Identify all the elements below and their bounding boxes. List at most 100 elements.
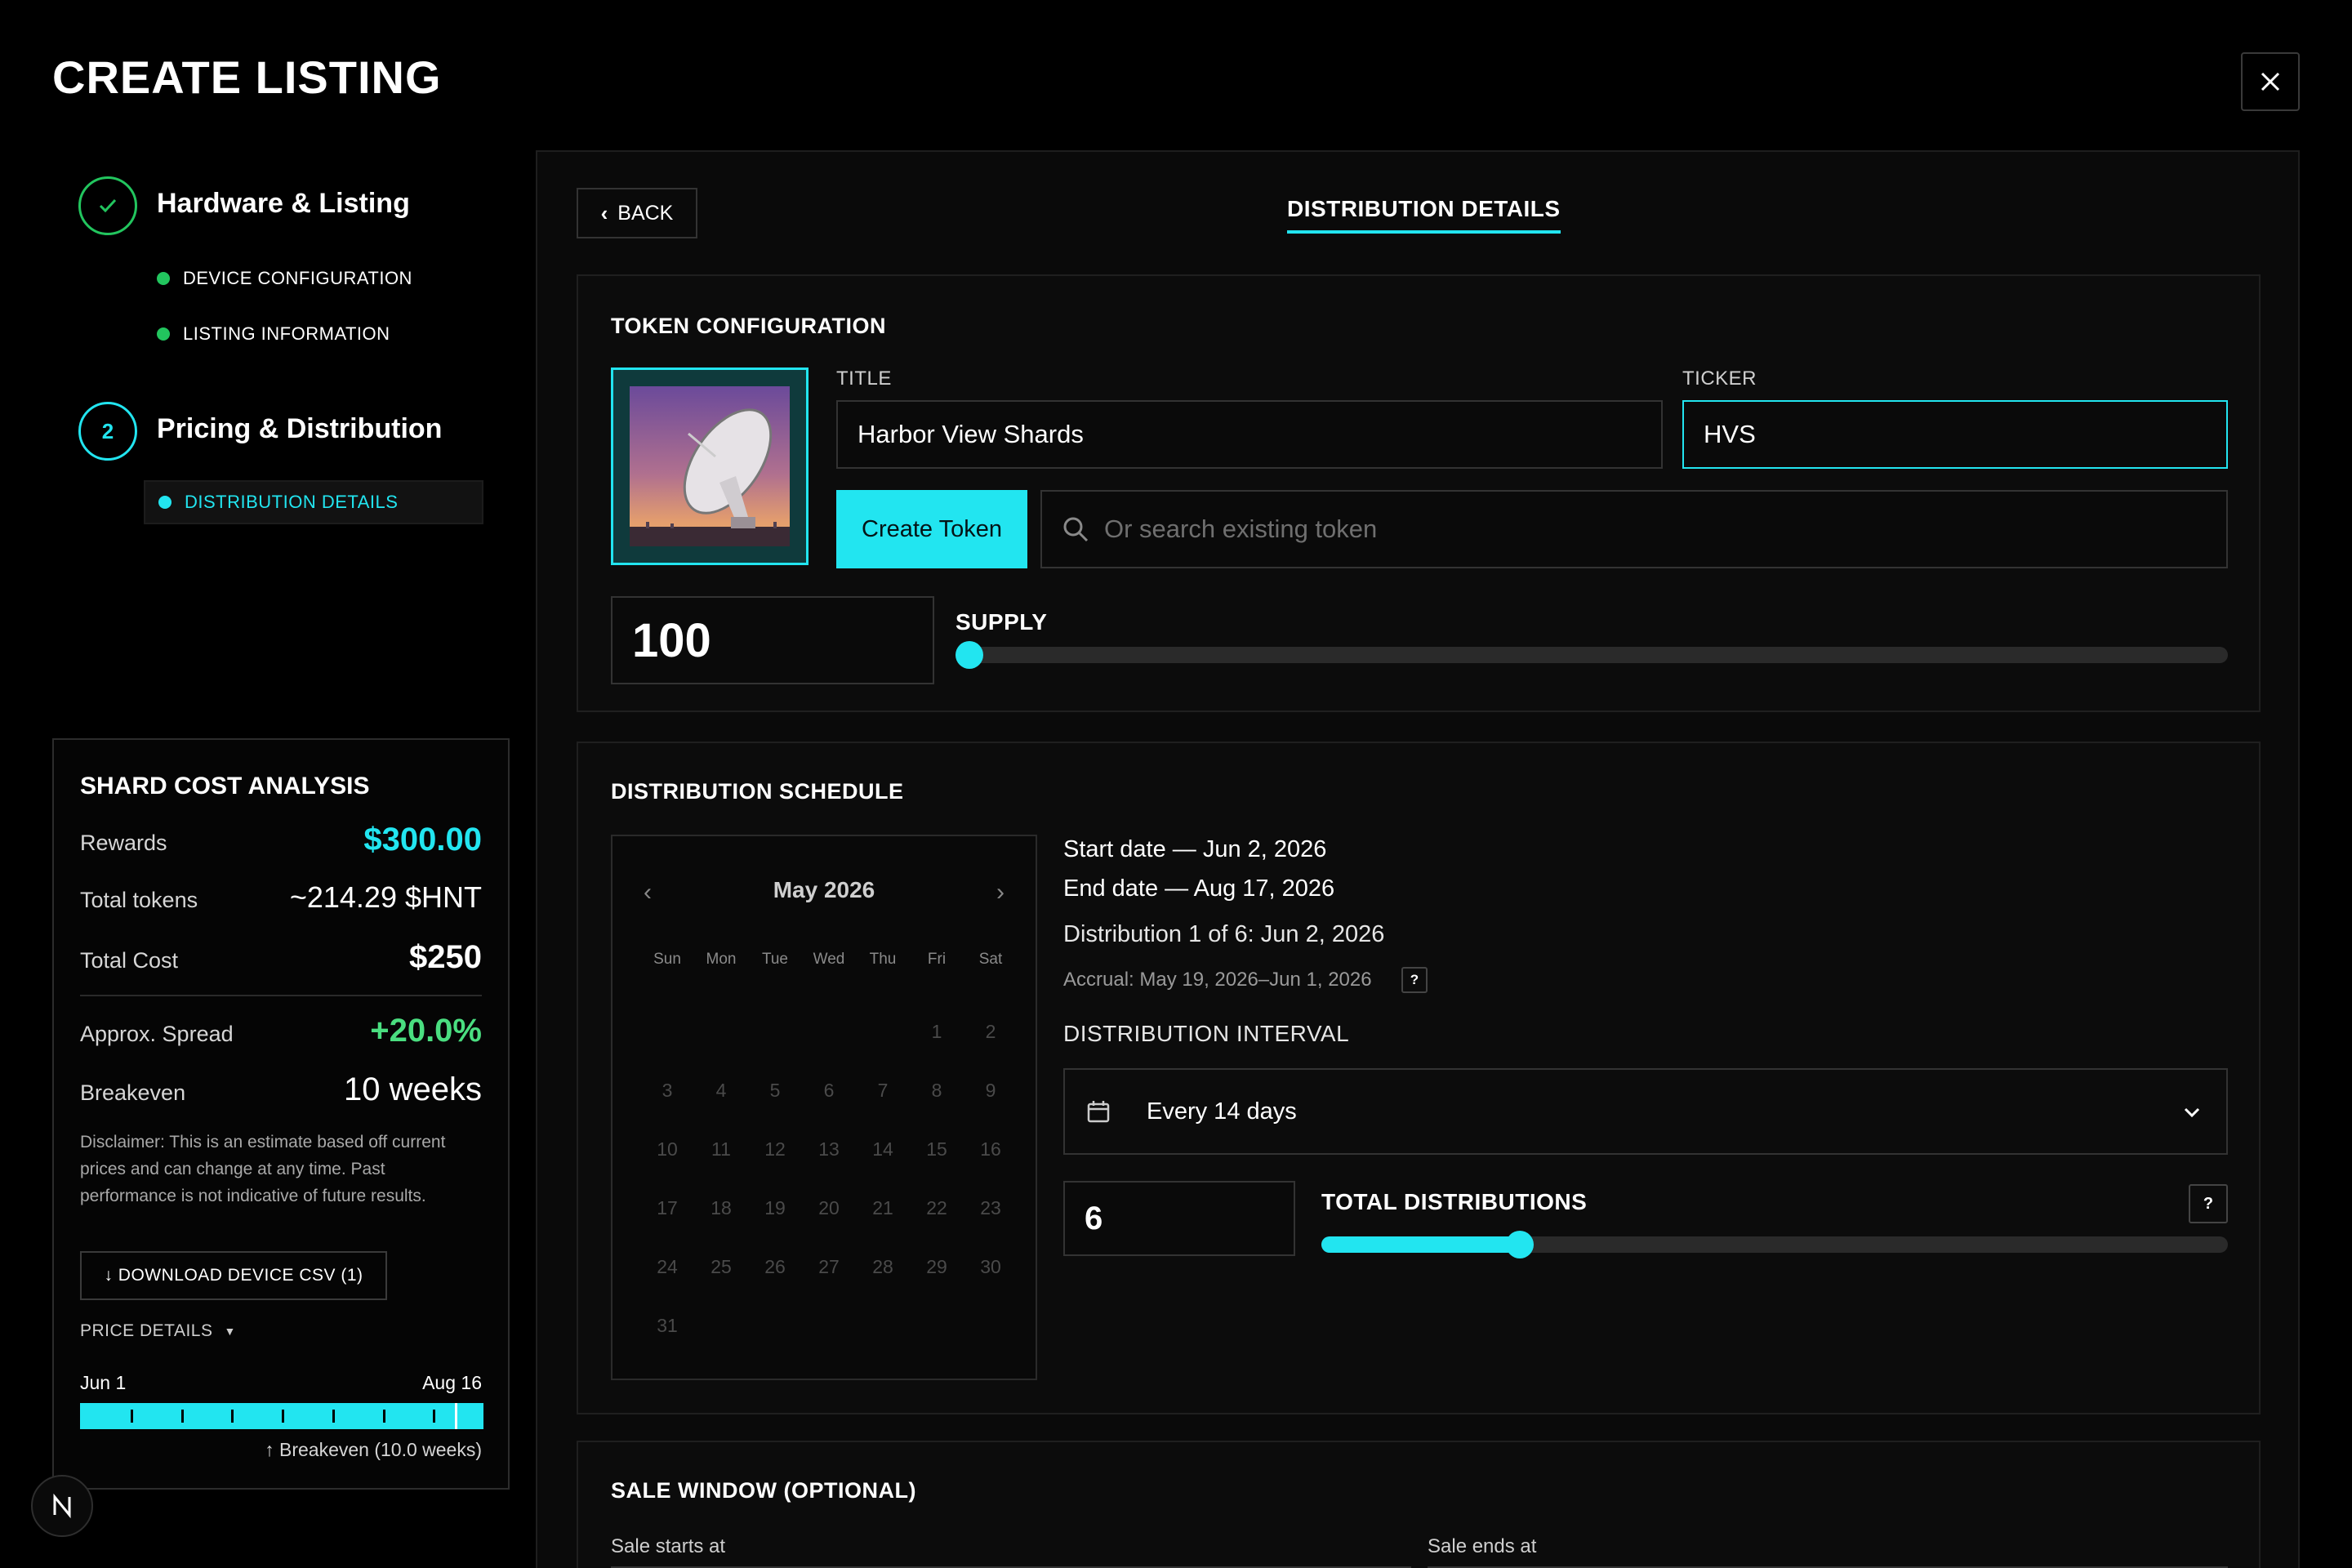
breakeven-marker	[455, 1403, 458, 1429]
dev-tools-button[interactable]	[31, 1475, 93, 1537]
supply-slider-track[interactable]	[956, 641, 2228, 669]
calendar-day[interactable]: 12	[748, 1138, 802, 1160]
calendar-day[interactable]: 8	[910, 1080, 964, 1102]
calendar-day[interactable]: 30	[964, 1256, 1018, 1278]
main-panel: ‹ BACK DISTRIBUTION DETAILS TOKEN CONFIG…	[536, 150, 2300, 1568]
token-config-title: TOKEN CONFIGURATION	[611, 314, 886, 338]
calendar-day[interactable]: 2	[964, 1021, 1018, 1043]
create-token-button[interactable]: Create Token	[836, 490, 1027, 568]
breakeven-marker-label: ↑ Breakeven (10.0 weeks)	[265, 1439, 482, 1460]
calendar-day[interactable]: 14	[856, 1138, 910, 1160]
supply-slider-handle[interactable]	[956, 641, 983, 669]
calendar-day[interactable]: 31	[640, 1315, 694, 1337]
supply-input[interactable]: 100	[611, 596, 934, 684]
rewards-row: Rewards $300.00	[80, 822, 482, 858]
token-configuration-section: TOKEN CONFIGURATION TITLE Harbor View Sh…	[577, 274, 2261, 712]
analysis-title: SHARD COST ANALYSIS	[80, 773, 370, 800]
calendar-weekday: Fri	[927, 951, 947, 968]
calendar-day[interactable]: 19	[748, 1197, 802, 1219]
schedule-title: DISTRIBUTION SCHEDULE	[611, 779, 904, 804]
interval-label: DISTRIBUTION INTERVAL	[1063, 1021, 1350, 1046]
interval-select[interactable]: Every 14 days	[1063, 1068, 2228, 1155]
calendar-day[interactable]: 24	[640, 1256, 694, 1278]
calendar-day[interactable]: 17	[640, 1197, 694, 1219]
token-image-upload[interactable]	[611, 368, 808, 565]
ticker-input[interactable]: HVS	[1682, 400, 2228, 469]
calendar-weekday: Tue	[761, 951, 789, 968]
timeline-tick	[382, 1410, 385, 1423]
timeline-end: Aug 16	[422, 1372, 482, 1393]
download-csv-button[interactable]: ↓ DOWNLOAD DEVICE CSV (1)	[80, 1251, 387, 1300]
tokens-value: ~214.29 $HNT	[289, 880, 482, 914]
chevron-left-icon: ‹	[600, 200, 608, 225]
title-input[interactable]: Harbor View Shards	[836, 400, 1663, 469]
tab-distribution-details[interactable]: DISTRIBUTION DETAILS	[1287, 196, 1561, 234]
calendar-day[interactable]: 27	[802, 1256, 856, 1278]
calendar-day[interactable]: 7	[856, 1080, 910, 1102]
calendar-day[interactable]: 25	[694, 1256, 748, 1278]
calendar-day[interactable]: 20	[802, 1197, 856, 1219]
caret-down-icon: ▼	[224, 1325, 236, 1338]
substep-listing-information[interactable]: LISTING INFORMATION	[157, 323, 390, 345]
interval-value: Every 14 days	[1147, 1098, 1297, 1125]
spread-row: Approx. Spread +20.0%	[80, 1013, 482, 1049]
calendar-day[interactable]: 1	[910, 1021, 964, 1043]
calendar-weekday: Sun	[653, 951, 681, 968]
total-tokens-row: Total tokens ~214.29 $HNT	[80, 880, 482, 915]
start-date-text: Start date — Jun 2, 2026	[1063, 836, 1327, 862]
total-distributions-slider-track[interactable]	[1321, 1231, 2228, 1258]
distribution-text: Distribution 1 of 6: Jun 2, 2026	[1063, 921, 1385, 947]
disclaimer-text: Disclaimer: This is an estimate based of…	[80, 1133, 446, 1205]
calendar-day[interactable]: 13	[802, 1138, 856, 1160]
active-dot	[158, 496, 172, 509]
sale-starts-label: Sale starts at	[611, 1535, 726, 1557]
step-title-hardware[interactable]: Hardware & Listing	[157, 188, 410, 220]
calendar-day[interactable]: 6	[802, 1080, 856, 1102]
n-logo-icon	[53, 1494, 71, 1518]
complete-dot	[157, 272, 170, 285]
price-details-label: PRICE DETAILS	[80, 1321, 213, 1340]
calendar-day[interactable]: 23	[964, 1197, 1018, 1219]
substep-device-configuration[interactable]: DEVICE CONFIGURATION	[157, 268, 412, 289]
distribution-schedule-section: DISTRIBUTION SCHEDULE ‹ May 2026 › Sun Mo…	[577, 742, 2261, 1414]
calendar-day[interactable]: 26	[748, 1256, 802, 1278]
calendar-day[interactable]: 5	[748, 1080, 802, 1102]
total-distributions-slider-handle[interactable]	[1505, 1231, 1534, 1258]
calendar-day[interactable]: 15	[910, 1138, 964, 1160]
sale-window-section: SALE WINDOW (OPTIONAL) Sale starts at Sa…	[577, 1441, 2261, 1568]
calendar-day[interactable]: 10	[640, 1138, 694, 1160]
timeline-tick	[332, 1410, 335, 1423]
search-placeholder: Or search existing token	[1104, 514, 1378, 543]
timeline-tick	[180, 1410, 184, 1423]
calendar-day[interactable]: 4	[694, 1080, 748, 1102]
substep-label: DISTRIBUTION DETAILS	[185, 492, 399, 512]
next-month-icon[interactable]: ›	[996, 879, 1004, 906]
total-distributions-label: TOTAL DISTRIBUTIONS	[1321, 1189, 1588, 1214]
substep-distribution-details[interactable]: DISTRIBUTION DETAILS	[144, 480, 483, 524]
calendar-weekday: Mon	[706, 951, 737, 968]
close-button[interactable]	[2241, 52, 2300, 111]
step-title-pricing[interactable]: Pricing & Distribution	[157, 413, 442, 445]
calendar-day[interactable]: 3	[640, 1080, 694, 1102]
page-title: CREATE LISTING	[52, 51, 442, 103]
calendar-day[interactable]: 9	[964, 1080, 1018, 1102]
total-distributions-input[interactable]: 6	[1063, 1181, 1295, 1256]
substep-label: LISTING INFORMATION	[183, 323, 390, 344]
price-details-toggle[interactable]: PRICE DETAILS ▼	[80, 1321, 236, 1341]
calendar-day[interactable]: 22	[910, 1197, 964, 1219]
calendar-day[interactable]: 11	[694, 1138, 748, 1160]
search-token-input[interactable]: Or search existing token	[1040, 490, 2228, 568]
calendar-day[interactable]: 21	[856, 1197, 910, 1219]
shard-cost-analysis-card: SHARD COST ANALYSIS Rewards $300.00 Tota…	[52, 738, 510, 1490]
accrual-help-icon[interactable]: ?	[1401, 967, 1428, 993]
back-button[interactable]: ‹ BACK	[577, 188, 697, 238]
timeline-tick	[130, 1410, 133, 1423]
tokens-label: Total tokens	[80, 888, 198, 912]
calendar-day[interactable]: 29	[910, 1256, 964, 1278]
breakeven-row: Breakeven 10 weeks	[80, 1071, 482, 1108]
calendar-day[interactable]: 18	[694, 1197, 748, 1219]
calendar-day[interactable]: 28	[856, 1256, 910, 1278]
timeline-tick	[433, 1410, 436, 1423]
calendar-day[interactable]: 16	[964, 1138, 1018, 1160]
total-distributions-help-icon[interactable]: ?	[2189, 1184, 2228, 1223]
